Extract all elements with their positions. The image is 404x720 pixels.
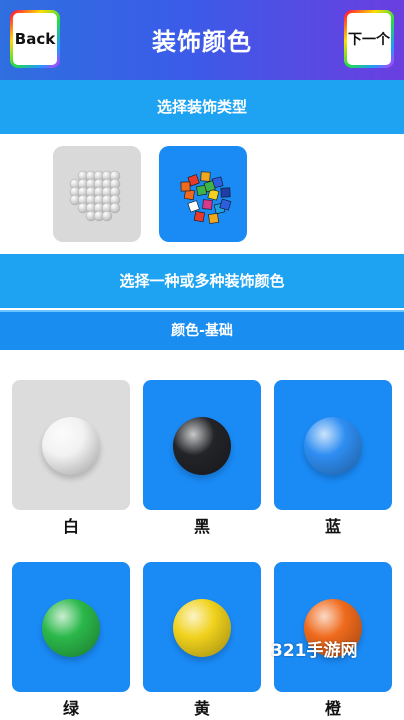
green-ball-icon: [42, 599, 100, 657]
yellow-ball-icon: [173, 599, 231, 657]
color-label-white: 白: [62, 517, 79, 536]
decoration-type-beads[interactable]: [53, 146, 141, 242]
color-tile-green[interactable]: [12, 562, 130, 692]
decoration-type-header: 选择装饰类型: [0, 80, 404, 134]
next-button[interactable]: 下一个: [344, 10, 394, 68]
black-ball-icon: [173, 417, 231, 475]
color-label-yellow: 黄: [193, 699, 210, 718]
color-select-header: 选择一种或多种装饰颜色: [0, 254, 404, 308]
header-bar: Back 装饰颜色 下一个: [0, 0, 404, 80]
cubes-icon: [180, 171, 232, 224]
color-label-green: 绿: [62, 699, 79, 718]
color-tile-blue[interactable]: [274, 380, 392, 510]
color-label-blue: 蓝: [324, 517, 341, 536]
color-tile-yellow[interactable]: [143, 562, 261, 692]
watermark: 321手游网: [271, 641, 358, 661]
beads-icon: [69, 170, 121, 222]
color-label-orange: 橙: [324, 699, 341, 718]
color-tile-white[interactable]: [12, 380, 130, 510]
color-category-header: 颜色-基础: [0, 310, 404, 350]
color-label-black: 黑: [193, 517, 210, 536]
color-tile-black[interactable]: [143, 380, 261, 510]
blue-ball-icon: [304, 417, 362, 475]
white-ball-icon: [42, 417, 100, 475]
color-tile-orange[interactable]: [274, 562, 392, 692]
decoration-type-cubes[interactable]: [159, 146, 247, 242]
